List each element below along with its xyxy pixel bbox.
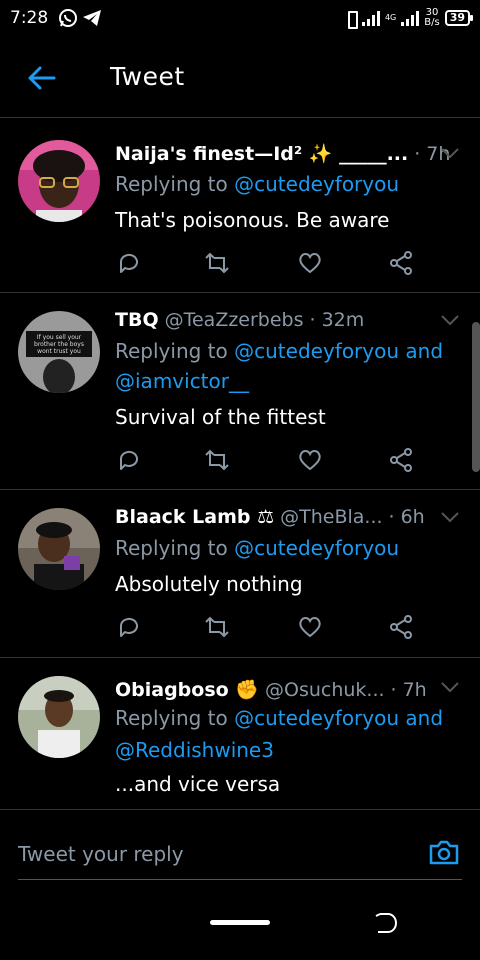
tweet-header: Naija's finest—Id² ✨ _____... · 7h — [115, 142, 450, 165]
mention-link[interactable]: @Reddishwine3 — [115, 738, 274, 762]
page-title: Tweet — [110, 62, 185, 91]
mention-link[interactable]: @cutedeyforyou and — [234, 339, 443, 363]
mention-link[interactable]: @iamvictor__ — [115, 369, 249, 393]
avatar[interactable] — [18, 508, 100, 590]
telegram-icon — [83, 10, 101, 26]
comment-icon[interactable] — [116, 447, 142, 473]
svg-text:If you sell your: If you sell your — [37, 334, 82, 341]
mention-link[interactable]: @cutedeyforyou — [234, 172, 399, 196]
username: @Osuchuk... — [264, 679, 385, 701]
replying-to: Replying to @cutedeyforyou and — [115, 339, 444, 363]
battery-indicator: 39 — [444, 10, 474, 26]
chevron-down-icon[interactable] — [440, 146, 460, 160]
display-name[interactable]: TBQ — [115, 309, 159, 331]
username: @TeaZzerbebs — [164, 309, 304, 331]
replying-to: Replying to @cutedeyforyou — [115, 536, 400, 560]
signal-icon-2 — [401, 10, 420, 26]
tweet-actions — [116, 447, 416, 473]
heart-icon[interactable] — [297, 447, 323, 473]
separator-dot: · — [390, 679, 397, 701]
svg-text:wont trust you: wont trust you — [37, 348, 81, 355]
network-type: 4G — [384, 13, 397, 22]
username: @TheBla... — [280, 506, 383, 528]
separator-dot: · — [388, 506, 395, 528]
tweet-item[interactable]: If you sell your brother the boys wont t… — [0, 293, 480, 490]
status-bar: 7:28 4G 30 B/s 39 — [0, 0, 480, 38]
scrollbar[interactable] — [472, 322, 480, 472]
chevron-down-icon[interactable] — [440, 510, 460, 524]
reply-input[interactable] — [18, 838, 398, 870]
tweet-header: Obiagboso ✊ @Osuchuk... · 7h — [115, 678, 427, 701]
reply-composer — [18, 830, 462, 880]
tweet-time: 7h — [402, 679, 427, 701]
chevron-down-icon[interactable] — [440, 313, 460, 327]
tweet-actions — [116, 614, 416, 640]
retweet-icon[interactable] — [204, 447, 230, 473]
comment-icon[interactable] — [116, 250, 142, 276]
tweet-item[interactable]: Obiagboso ✊ @Osuchuk... · 7h Replying to… — [0, 658, 480, 810]
tweet-text: ...and vice versa — [115, 772, 281, 796]
separator-dot: · — [309, 309, 316, 331]
chevron-down-icon[interactable] — [440, 680, 460, 694]
camera-icon[interactable] — [428, 836, 460, 868]
tweet-time: 32m — [321, 309, 365, 331]
mention-link[interactable]: @cutedeyforyou — [234, 536, 399, 560]
mention-link[interactable]: @cutedeyforyou and — [234, 706, 443, 730]
tweet-text: Survival of the fittest — [115, 405, 326, 429]
avatar[interactable]: If you sell your brother the boys wont t… — [18, 311, 100, 393]
tweet-actions — [116, 250, 416, 276]
status-time: 7:28 — [10, 8, 49, 28]
share-icon[interactable] — [388, 250, 414, 276]
tweet-time: 6h — [400, 506, 425, 528]
separator-dot: · — [414, 143, 421, 165]
comment-icon[interactable] — [116, 614, 142, 640]
tweet-header: TBQ @TeaZzerbebs · 32m — [115, 309, 364, 331]
replying-to: Replying to @cutedeyforyou — [115, 172, 400, 196]
retweet-icon[interactable] — [204, 250, 230, 276]
net-speed: 30 B/s — [424, 7, 440, 28]
vibrate-icon — [345, 10, 358, 29]
avatar[interactable] — [18, 140, 100, 222]
tweet-text: That's poisonous. Be aware — [115, 208, 390, 232]
display-name[interactable]: Naija's finest—Id² ✨ _____... — [115, 142, 408, 165]
retweet-icon[interactable] — [204, 614, 230, 640]
tweet-item[interactable]: Naija's finest—Id² ✨ _____... · 7h Reply… — [0, 122, 480, 293]
share-icon[interactable] — [388, 447, 414, 473]
tweet-item[interactable]: Blaack Lamb ⚖ @TheBla... · 6h Replying t… — [0, 490, 480, 658]
back-gesture-icon[interactable] — [374, 912, 398, 934]
svg-text:brother the boys: brother the boys — [34, 341, 84, 348]
replying-to: Replying to @cutedeyforyou and — [115, 706, 444, 730]
avatar[interactable] — [18, 676, 100, 758]
back-arrow-icon[interactable] — [26, 64, 58, 92]
tweet-header: Blaack Lamb ⚖ @TheBla... · 6h — [115, 506, 425, 528]
display-name[interactable]: Obiagboso ✊ — [115, 678, 259, 701]
home-gesture-bar[interactable] — [210, 920, 270, 925]
signal-icon — [361, 10, 380, 26]
whatsapp-icon — [59, 9, 77, 27]
display-name[interactable]: Blaack Lamb ⚖ — [115, 506, 274, 528]
share-icon[interactable] — [388, 614, 414, 640]
heart-icon[interactable] — [297, 250, 323, 276]
tweet-text: Absolutely nothing — [115, 572, 303, 596]
heart-icon[interactable] — [297, 614, 323, 640]
top-app-bar: Tweet — [0, 38, 480, 118]
